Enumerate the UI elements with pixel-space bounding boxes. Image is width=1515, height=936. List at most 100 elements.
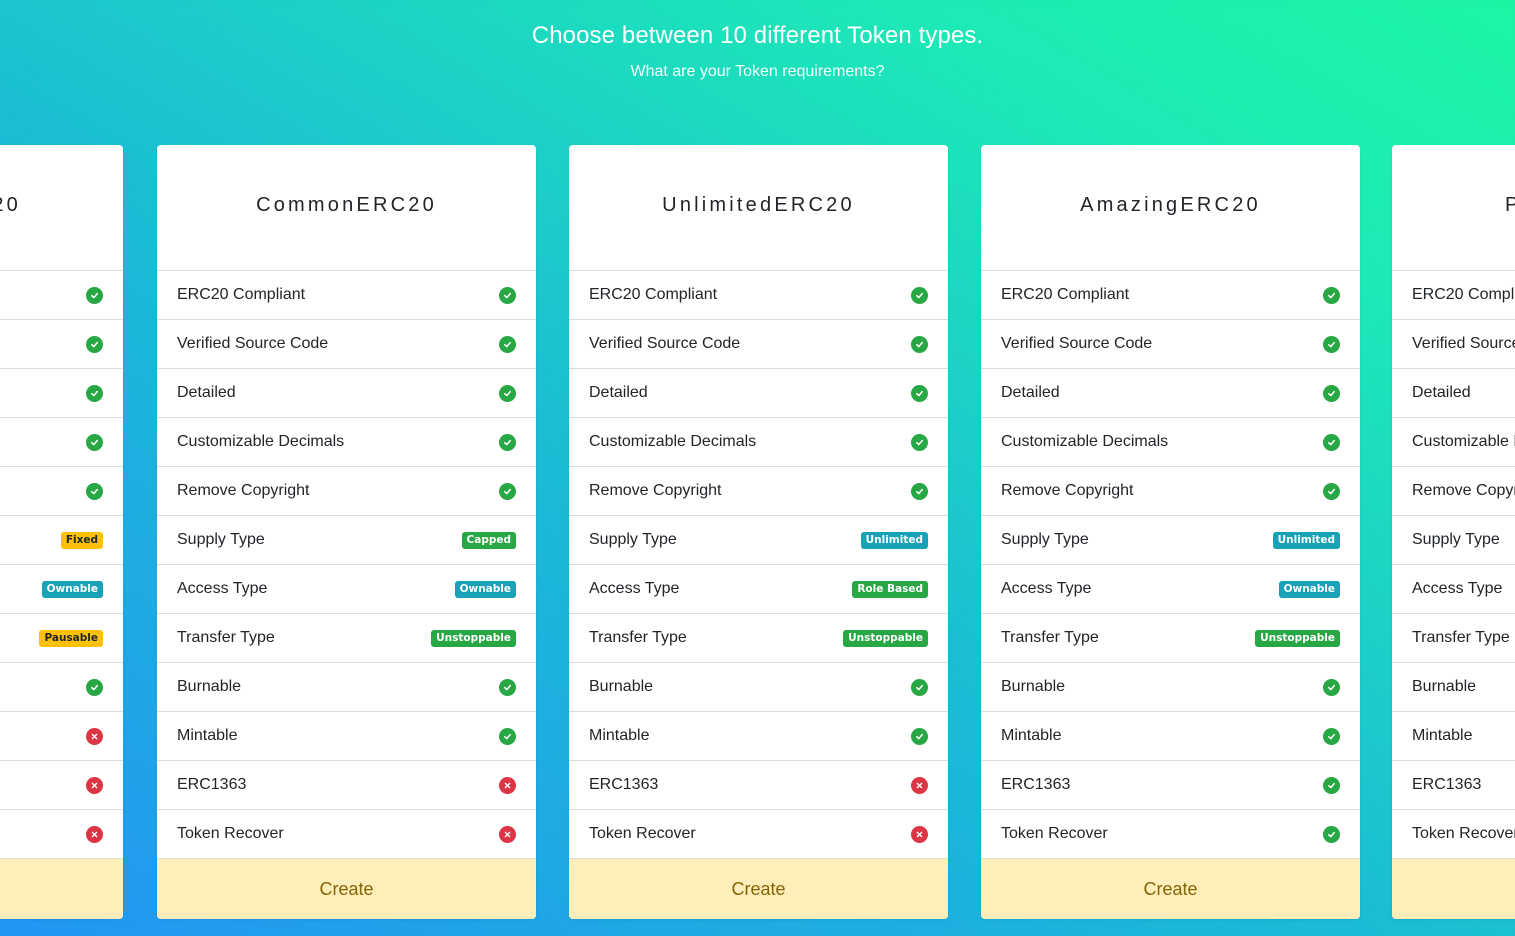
feature-row: ERC1363 <box>1392 761 1515 810</box>
check-circle-icon <box>499 433 516 451</box>
card-header: 20 <box>0 145 123 271</box>
create-button[interactable]: Create <box>157 859 536 919</box>
feature-badge: Unstoppable <box>431 629 516 647</box>
card-header: UnlimitedERC20 <box>569 145 948 271</box>
feature-badge: Ownable <box>454 580 516 598</box>
feature-row: Remove Copyright <box>981 467 1360 516</box>
x-circle-icon <box>911 776 928 794</box>
feature-label: Burnable <box>1412 678 1477 695</box>
feature-row: Verified Source Code <box>569 320 948 369</box>
feature-label: Access Type <box>589 580 680 597</box>
feature-row: Mintable <box>0 712 123 761</box>
feature-label: Mintable <box>589 727 650 744</box>
create-button[interactable]: Create <box>569 859 948 919</box>
feature-label: Token Recover <box>1412 825 1515 842</box>
feature-row: Remove Copyright <box>1392 467 1515 516</box>
feature-label: Verified Source Code <box>589 335 741 352</box>
feature-row: ERC20 Compliant <box>569 271 948 320</box>
feature-badge: Role Based <box>852 580 928 598</box>
feature-row: ERC20 Compliant <box>0 271 123 320</box>
feature-label: Token Recover <box>177 825 284 842</box>
check-circle-icon <box>911 678 928 696</box>
feature-row: Burnable <box>981 663 1360 712</box>
feature-row: Customizable Decimals <box>981 418 1360 467</box>
feature-label: Verified Source Code <box>1412 335 1515 352</box>
x-circle-icon <box>911 825 928 843</box>
create-button[interactable]: Create <box>1392 859 1515 919</box>
check-circle-icon <box>911 286 928 304</box>
page-subtitle: What are your Token requirements? <box>630 63 885 80</box>
token-card-erc20: 20 ERC20 CompliantVerified Source CodeDet… <box>0 145 123 919</box>
feature-label: Detailed <box>1412 384 1471 401</box>
check-circle-icon <box>1323 433 1340 451</box>
feature-row: Token Recover <box>569 810 948 859</box>
feature-row: Remove Copyright <box>0 467 123 516</box>
feature-label: Supply Type <box>177 531 265 548</box>
feature-row: Access TypeOwnable <box>0 565 123 614</box>
feature-label: Access Type <box>1001 580 1092 597</box>
x-circle-icon <box>499 825 516 843</box>
feature-label: Burnable <box>589 678 654 695</box>
feature-row: Customizable Decimals <box>569 418 948 467</box>
check-circle-icon <box>911 482 928 500</box>
check-circle-icon <box>1323 482 1340 500</box>
check-circle-icon <box>1323 335 1340 353</box>
create-button[interactable]: Create <box>0 859 123 919</box>
feature-label: Detailed <box>177 384 236 401</box>
feature-row: Customizable Decimals <box>157 418 536 467</box>
check-circle-icon <box>1323 776 1340 794</box>
feature-badge: Fixed <box>60 531 103 549</box>
token-cards-carousel: 20 ERC20 Compliant Verified Source Code Det… <box>0 145 1515 920</box>
feature-row: ERC1363 <box>569 761 948 810</box>
feature-row: ERC20 Compliant <box>981 271 1360 320</box>
feature-label: Supply Type <box>1001 531 1089 548</box>
feature-row: ERC1363 <box>981 761 1360 810</box>
feature-row: Transfer TypePausable <box>0 614 123 663</box>
check-circle-icon <box>1323 727 1340 745</box>
feature-label: Supply Type <box>1412 531 1500 548</box>
card-title: CommonERC20 <box>256 193 437 216</box>
feature-row: Verified Source Code <box>981 320 1360 369</box>
feature-label: Transfer Type <box>1001 629 1099 646</box>
feature-row: Mintable <box>157 712 536 761</box>
check-circle-icon <box>499 678 516 696</box>
check-circle-icon <box>499 384 516 402</box>
card-header: Po <box>1392 145 1515 271</box>
feature-row: Detailed <box>157 369 536 418</box>
feature-row: Token Recover <box>1392 810 1515 859</box>
card-title: 20 <box>0 193 21 216</box>
token-card-amazingerc20: AmazingERC20 ERC20 Compliant Verified Sour… <box>981 145 1360 919</box>
feature-label: Token Recover <box>589 825 696 842</box>
feature-label: Mintable <box>1412 727 1473 744</box>
feature-label: Verified Source Code <box>1001 335 1153 352</box>
check-circle-icon <box>86 678 103 696</box>
feature-badge: Pausable <box>39 629 103 647</box>
feature-badge: Unlimited <box>860 531 928 549</box>
feature-label: Customizable Decimals <box>1412 433 1515 450</box>
feature-row: Access TypeOwnable <box>981 565 1360 614</box>
x-circle-icon <box>499 776 516 794</box>
check-circle-icon <box>499 727 516 745</box>
feature-badge: Unstoppable <box>843 629 928 647</box>
feature-label: Customizable Decimals <box>1001 433 1169 450</box>
hero-section: Choose between 10 different Token types.… <box>0 0 1515 81</box>
token-card-po: Po ERC20 Compliant Verified Source Code Det… <box>1392 145 1515 919</box>
token-card-unlimitederc20: UnlimitedERC20 ERC20 Compliant Verified So… <box>569 145 948 919</box>
feature-row: Mintable <box>1392 712 1515 761</box>
feature-row: Token Recover <box>157 810 536 859</box>
feature-badge: Unlimited <box>1272 531 1340 549</box>
create-button[interactable]: Create <box>981 859 1360 919</box>
feature-label: Detailed <box>589 384 648 401</box>
feature-row: ERC20 Compliant <box>1392 271 1515 320</box>
x-circle-icon <box>86 727 103 745</box>
feature-label: Detailed <box>1001 384 1060 401</box>
feature-label: Burnable <box>1001 678 1066 695</box>
check-circle-icon <box>499 482 516 500</box>
feature-row: Supply TypeFixed <box>0 516 123 565</box>
feature-row: Access Type Role Based <box>569 565 948 614</box>
feature-badge: Ownable <box>41 580 103 598</box>
feature-label: Burnable <box>177 678 242 695</box>
check-circle-icon <box>1323 678 1340 696</box>
feature-label: ERC20 Compliant <box>1412 286 1515 303</box>
card-header: AmazingERC20 <box>981 145 1360 271</box>
